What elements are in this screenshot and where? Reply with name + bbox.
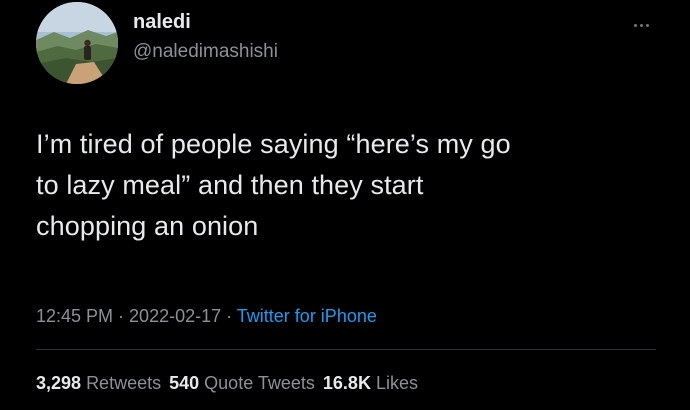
avatar[interactable] — [36, 2, 118, 84]
likes-stat[interactable]: 16.8K Likes — [323, 373, 418, 393]
tweet-time[interactable]: 12:45 PM — [36, 306, 113, 326]
quote-tweets-stat[interactable]: 540 Quote Tweets — [169, 373, 315, 393]
avatar-landscape-icon — [36, 2, 118, 84]
display-name[interactable]: naledi — [133, 10, 278, 34]
more-dot-icon — [633, 23, 637, 27]
meta-separator: · — [221, 306, 237, 326]
more-dot-icon — [645, 23, 649, 27]
retweets-label: Retweets — [86, 373, 162, 393]
quote-tweets-label: Quote Tweets — [204, 373, 315, 393]
tweet-text-line: to lazy meal” and then they start — [36, 170, 424, 200]
tweet-text-line: I’m tired of people saying “here’s my go — [36, 129, 511, 159]
user-names: naledi @naledimashishi — [133, 10, 278, 64]
tweet-stats: 3,298 Retweets 540 Quote Tweets 16.8K Like… — [36, 371, 418, 395]
more-dot-icon — [639, 23, 643, 27]
quote-tweets-count: 540 — [169, 373, 200, 393]
tweet-text-line: chopping an onion — [36, 211, 259, 241]
more-options-button[interactable] — [626, 18, 656, 32]
likes-count: 16.8K — [322, 373, 371, 393]
user-handle[interactable]: @naledimashishi — [133, 40, 278, 64]
divider — [36, 349, 656, 350]
retweets-count: 3,298 — [36, 373, 82, 393]
tweet-source-link[interactable]: Twitter for iPhone — [237, 306, 377, 326]
tweet-meta: 12:45 PM · 2022-02-17 · Twitter for iPho… — [36, 304, 377, 328]
meta-separator: · — [113, 306, 130, 326]
tweet-text: I’m tired of people saying “here’s my go… — [36, 124, 666, 247]
retweets-stat[interactable]: 3,298 Retweets — [36, 373, 161, 393]
tweet: naledi @naledimashishi I’m tired of peop… — [0, 0, 690, 410]
likes-label: Likes — [375, 373, 418, 393]
tweet-date[interactable]: 2022-02-17 — [129, 306, 221, 326]
